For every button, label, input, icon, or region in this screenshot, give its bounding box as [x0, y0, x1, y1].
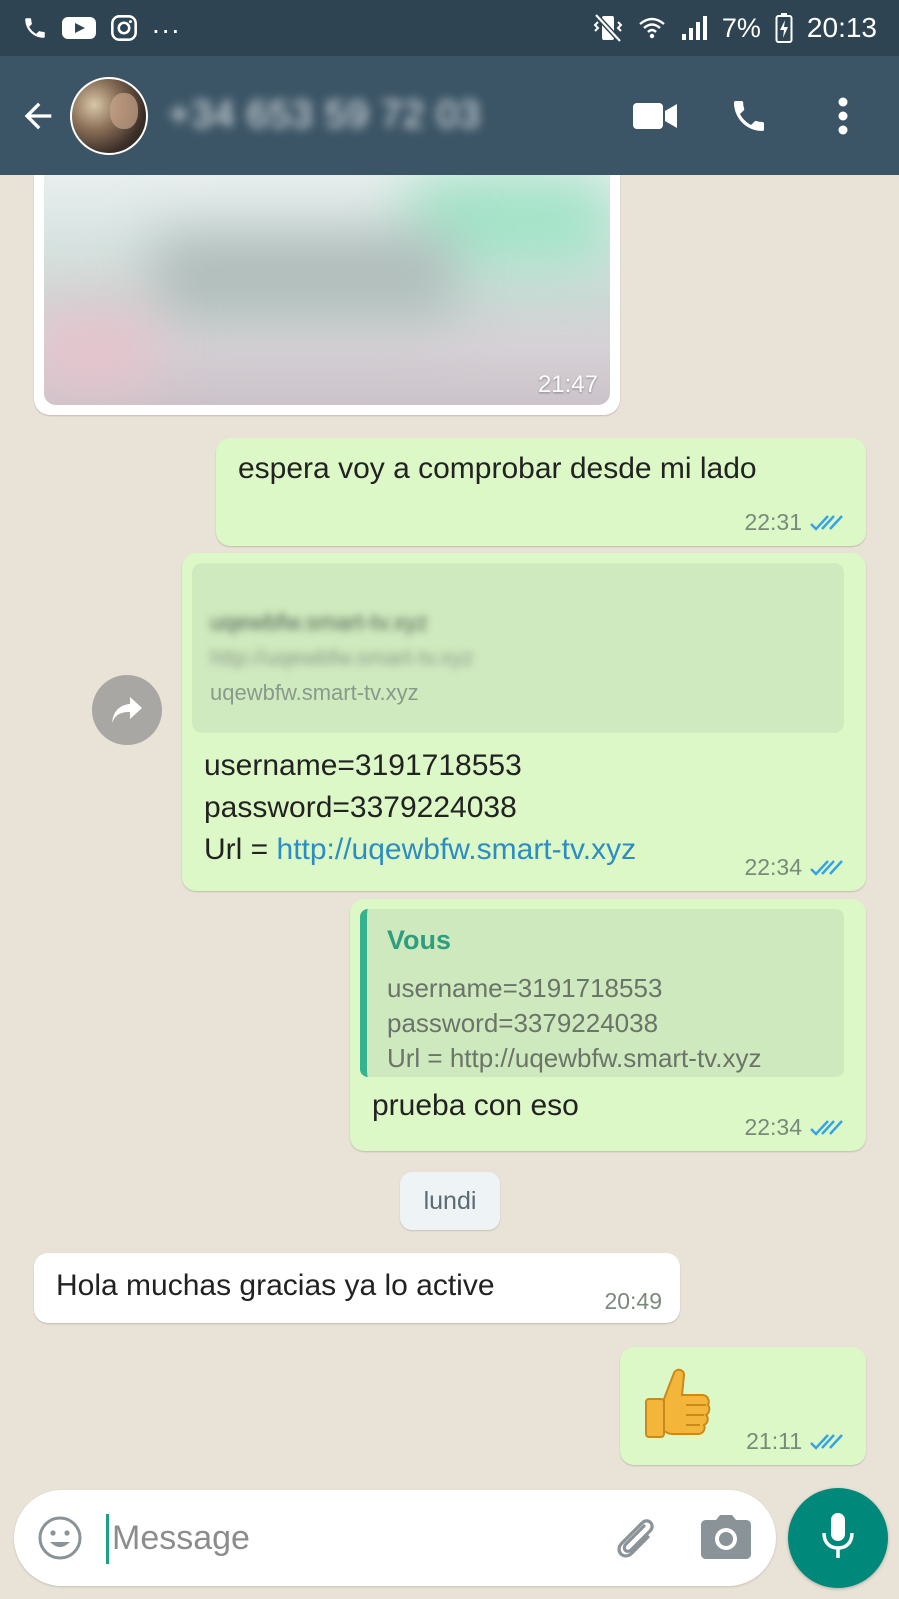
- quoted-message[interactable]: Vous username=3191718553 password=337922…: [360, 909, 844, 1077]
- signal-icon: [680, 14, 708, 42]
- image-message[interactable]: 21:47: [34, 175, 620, 415]
- mic-icon: [820, 1511, 856, 1566]
- message-time: 21:11: [746, 1428, 802, 1454]
- read-ticks-icon: [810, 513, 844, 533]
- link-preview-url: http://uqewbfw.smart-tv.xyz: [210, 645, 474, 670]
- contact-name[interactable]: +34 653 59 72 03: [168, 94, 481, 137]
- outgoing-message[interactable]: Vous username=3191718553 password=337922…: [350, 899, 866, 1151]
- message-input[interactable]: [112, 1504, 582, 1572]
- link-preview-title: uqewbfw.smart-tv.xyz: [210, 609, 429, 635]
- url-label: Url =: [204, 833, 277, 866]
- outgoing-message[interactable]: 21:11: [620, 1347, 866, 1465]
- quote-text: username=3191718553: [387, 973, 663, 1003]
- battery-percent: 7%: [721, 12, 761, 43]
- read-ticks-icon: [810, 1432, 844, 1452]
- mic-button[interactable]: [788, 1488, 888, 1588]
- wifi-icon: [638, 14, 666, 42]
- instagram-icon: [110, 14, 138, 42]
- message-time: 22:34: [744, 854, 802, 880]
- quote-author: Vous: [387, 925, 452, 955]
- link-preview-domain: uqewbfw.smart-tv.xyz: [210, 680, 419, 705]
- url-link[interactable]: http://uqewbfw.smart-tv.xyz: [277, 833, 637, 866]
- message-text: espera voy a comprobar desde mi lado: [238, 452, 757, 485]
- vibrate-mute-icon: [592, 13, 624, 43]
- text-caret: [106, 1514, 109, 1564]
- image-thumbnail[interactable]: [44, 175, 610, 405]
- back-arrow-icon[interactable]: [8, 86, 68, 146]
- quote-text: password=3379224038: [387, 1008, 659, 1038]
- outgoing-message[interactable]: uqewbfw.smart-tv.xyz http://uqewbfw.smar…: [182, 553, 866, 891]
- camera-icon[interactable]: [700, 1514, 752, 1562]
- thumbs-up-emoji: [642, 1365, 712, 1445]
- message-text: password=3379224038: [204, 791, 517, 824]
- more-notifications-indicator: ...: [152, 8, 182, 39]
- more-vert-icon[interactable]: [815, 88, 871, 144]
- read-ticks-icon: [810, 1118, 844, 1138]
- message-text: Hola muchas gracias ya lo active: [56, 1269, 495, 1302]
- message-text: prueba con eso: [372, 1089, 579, 1122]
- phone-status-icon: [22, 15, 48, 41]
- youtube-icon: [62, 15, 96, 41]
- message-text: username=3191718553: [204, 749, 522, 782]
- message-text: Url = http://uqewbfw.smart-tv.xyz: [204, 833, 636, 867]
- emoji-icon[interactable]: [36, 1514, 84, 1562]
- message-time: 20:49: [604, 1288, 662, 1314]
- paperclip-icon[interactable]: [610, 1512, 662, 1564]
- message-time: 22:31: [744, 509, 802, 535]
- date-divider: lundi: [400, 1172, 500, 1230]
- message-time: 22:34: [744, 1114, 802, 1140]
- link-preview[interactable]: uqewbfw.smart-tv.xyz http://uqewbfw.smar…: [192, 563, 844, 733]
- message-composer[interactable]: [14, 1490, 776, 1586]
- chat-area[interactable]: 21:47 espera voy a comprobar desde mi la…: [0, 175, 899, 1475]
- battery-charging-icon: [775, 13, 793, 43]
- incoming-message[interactable]: Hola muchas gracias ya lo active 20:49: [34, 1253, 680, 1323]
- phone-icon[interactable]: [721, 88, 777, 144]
- quote-text: Url = http://uqewbfw.smart-tv.xyz: [387, 1043, 762, 1073]
- video-call-icon[interactable]: [627, 88, 683, 144]
- status-bar: ... 7% 20:13: [0, 0, 899, 56]
- clock: 20:13: [806, 12, 877, 43]
- read-ticks-icon: [810, 858, 844, 878]
- chat-header: +34 653 59 72 03: [0, 56, 899, 175]
- outgoing-message[interactable]: espera voy a comprobar desde mi lado 22:…: [216, 438, 866, 546]
- forward-button[interactable]: [92, 675, 162, 745]
- avatar[interactable]: [70, 76, 148, 155]
- message-time: 21:47: [537, 371, 598, 398]
